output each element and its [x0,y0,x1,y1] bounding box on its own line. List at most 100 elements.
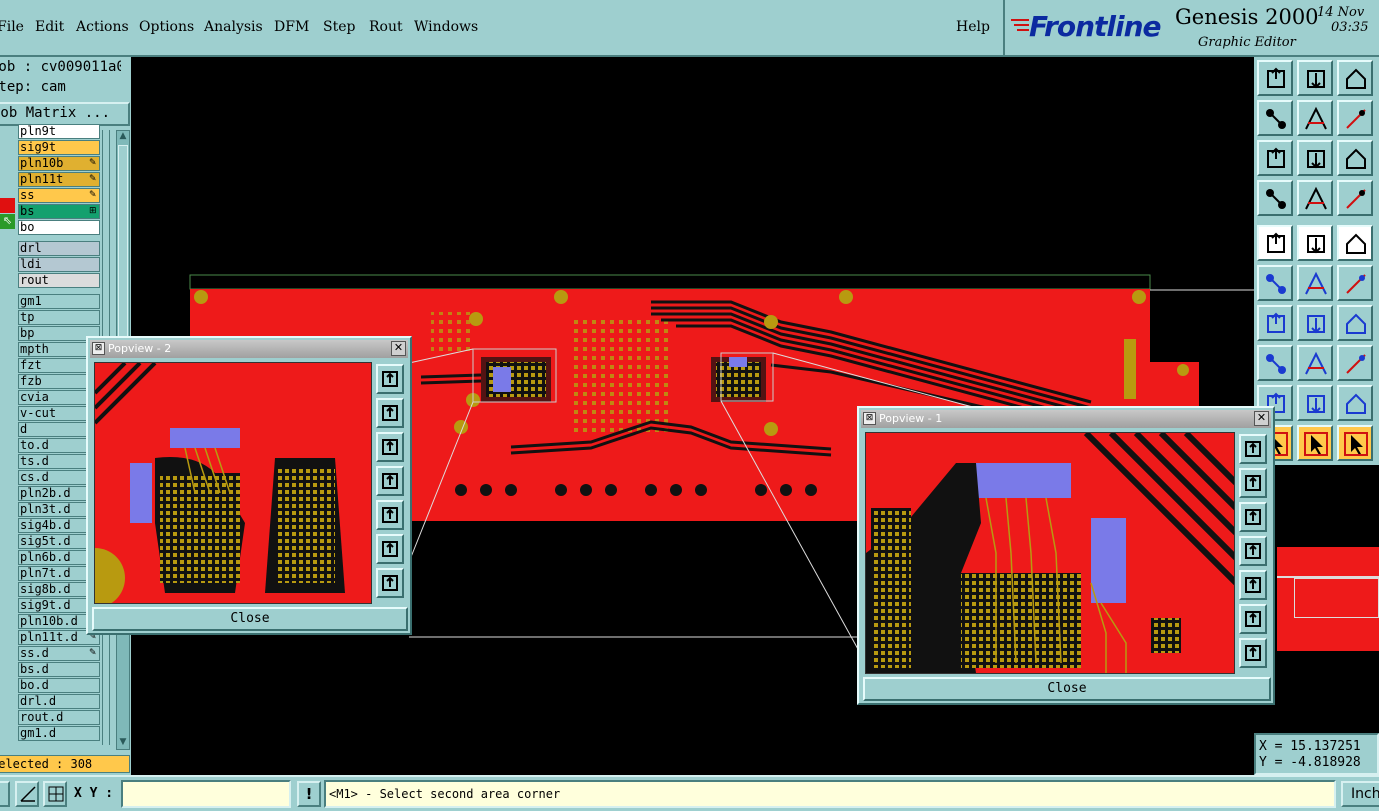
alert-button[interactable]: ! [297,781,321,807]
return-icon [1346,109,1366,129]
left-arrow-button[interactable] [1239,536,1267,566]
popview-2-titlebar[interactable]: ⊠ Popview - 2 ✕ [90,340,408,358]
menu-windows[interactable]: Windows [414,19,478,35]
window-menu-icon[interactable]: ⊠ [92,342,105,355]
layer-row-5[interactable]: bs [18,204,100,219]
down-arrow-button[interactable] [376,432,404,462]
home-button[interactable] [1337,60,1373,96]
ruler-button[interactable] [1337,225,1373,261]
menu-options[interactable]: Options [139,19,194,35]
layer-row-34[interactable]: bo.d [18,678,100,693]
a3-button[interactable] [1337,385,1373,421]
popview-1-titlebar[interactable]: ⊠ Popview - 1 ✕ [861,410,1271,428]
net-button[interactable] [1257,265,1293,301]
layer-row-1[interactable]: sig9t [18,140,100,155]
up-arrow-button[interactable] [1239,468,1267,498]
right-arrow-button[interactable] [1239,570,1267,600]
window-menu-icon[interactable]: ⊠ [863,412,876,425]
layer-row-3[interactable]: pln11t [18,172,100,187]
up-arrow-button[interactable] [376,398,404,428]
measure-button[interactable] [1257,180,1293,216]
ratio-icon [1346,148,1366,169]
up-arrow-button[interactable] [1257,60,1293,96]
angle-button[interactable] [15,781,39,807]
cross-button[interactable] [1297,265,1333,301]
popview-2-canvas[interactable] [94,362,372,604]
right-arrow-icon [382,507,398,523]
exclamation-icon: ! [305,785,313,803]
layer-row-37[interactable]: gm1.d [18,726,100,741]
menu-help[interactable]: Help [956,19,990,35]
grid-icon [48,786,64,802]
units-button[interactable]: Inch [1341,781,1379,807]
layer-row-2[interactable]: pln10b [18,156,100,171]
cursor3-icon [1344,432,1368,456]
fit-button[interactable] [1239,604,1267,634]
snap-button[interactable] [1297,225,1333,261]
menu-step[interactable]: Step [323,19,355,35]
menu-rout[interactable]: Rout [369,19,403,35]
layer-row-9[interactable]: rout [18,273,100,288]
left-arrow-button[interactable] [376,466,404,496]
rotate-button[interactable] [1337,305,1373,341]
layer-row-0[interactable]: pln9t [18,124,100,139]
menu-analysis[interactable]: Analysis [204,19,263,35]
layer-row-7[interactable]: drl [18,241,100,256]
fit-button[interactable] [1257,140,1293,176]
line-button[interactable] [1257,305,1293,341]
scroll-up-icon[interactable]: ▲ [118,131,128,143]
menu-edit[interactable]: Edit [35,19,64,35]
ratio-button[interactable] [1337,140,1373,176]
toggle-button[interactable] [0,781,10,807]
left-arrow-button[interactable] [1257,100,1293,136]
layer-row-8[interactable]: ldi [18,257,100,272]
popview-1-title: Popview - 1 [879,412,943,425]
zoom-page-icon [382,371,398,387]
cursor2-button[interactable] [1297,425,1333,461]
minus-button[interactable] [1297,345,1333,381]
grid-snap-button[interactable] [43,781,67,807]
close-icon[interactable]: ✕ [391,341,406,356]
down-arrow-button[interactable] [1239,502,1267,532]
layer-row-36[interactable]: rout.d [18,710,100,725]
right-arrow-button[interactable] [1297,100,1333,136]
point-button[interactable] [1337,265,1373,301]
layer-row-11[interactable]: tp [18,310,100,325]
menu-actions[interactable]: Actions [76,19,129,35]
fit-button[interactable] [376,534,404,564]
layer-button[interactable] [1337,180,1373,216]
pan-button[interactable] [1337,345,1373,381]
xy-input[interactable] [121,780,291,808]
layer-row-6[interactable]: bo [18,220,100,235]
layer-row-32[interactable]: ss.d [18,646,100,661]
return-button[interactable] [1337,100,1373,136]
menu-file[interactable]: File [0,19,24,35]
center-button[interactable] [376,568,404,598]
down-arrow-button[interactable] [1297,60,1333,96]
scroll-down-icon[interactable]: ▼ [118,737,128,749]
popview-2-close-button[interactable]: Close [92,607,408,631]
zoom-page-button[interactable] [376,364,404,394]
center-button[interactable] [1297,140,1333,176]
menu-dfm[interactable]: DFM [274,19,309,35]
right-arrow-button[interactable] [376,500,404,530]
center-button[interactable] [1239,638,1267,668]
zoom-page-button[interactable] [1239,434,1267,464]
dot-arrow-button[interactable] [1257,225,1293,261]
layer-row-35[interactable]: drl.d [18,694,100,709]
popview-1-close-button[interactable]: Close [863,677,1271,701]
close-icon[interactable]: ✕ [1254,411,1269,426]
line2-button[interactable] [1297,305,1333,341]
right-arrow-icon [1245,577,1261,593]
popview-1-window: ⊠ Popview - 1 ✕ Close [857,406,1275,705]
grid-button[interactable] [1297,180,1333,216]
layer-row-10[interactable]: gm1 [18,294,100,309]
layer-row-4[interactable]: ss [18,188,100,203]
a2-button[interactable] [1297,385,1333,421]
pad-button[interactable] [1257,345,1293,381]
popview-1-canvas[interactable] [865,432,1235,674]
job-matrix-button[interactable]: Job Matrix ... [0,102,130,126]
line2-icon [1307,315,1325,334]
cursor3-button[interactable] [1337,425,1373,461]
layer-row-33[interactable]: bs.d [18,662,100,677]
